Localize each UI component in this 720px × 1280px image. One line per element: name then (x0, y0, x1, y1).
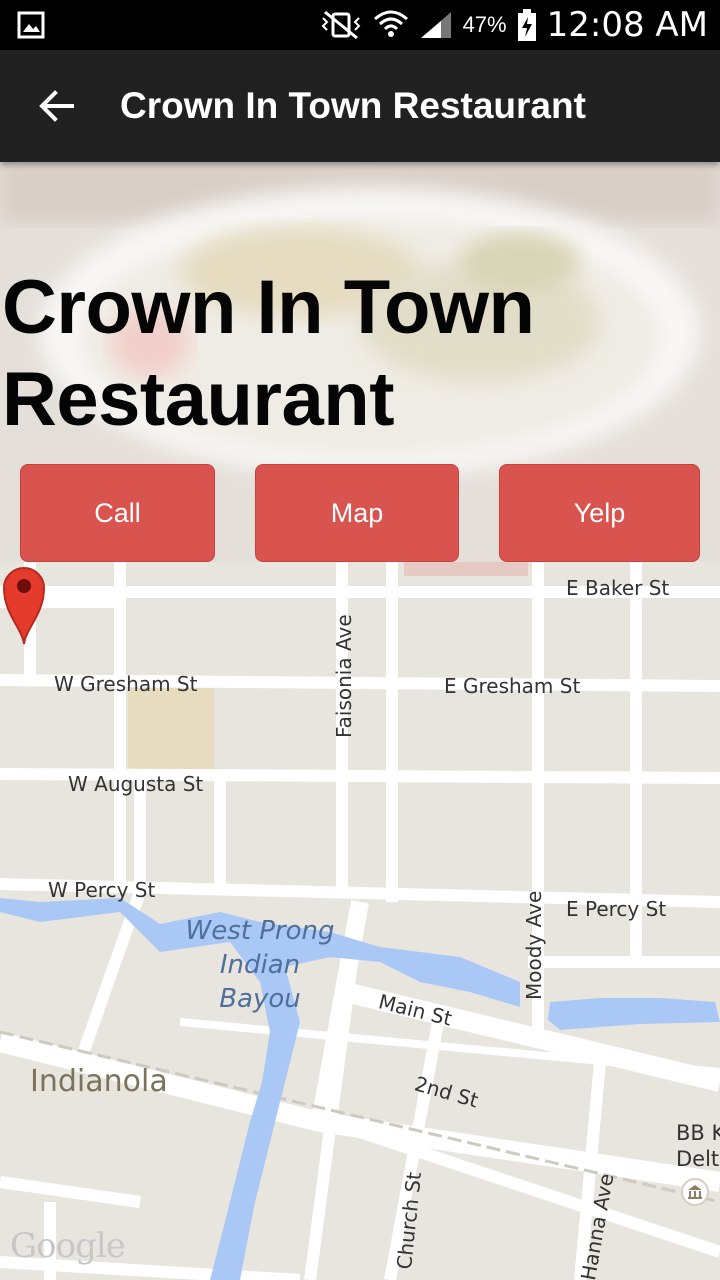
poi-label-line-1: BB K (676, 1121, 720, 1145)
mute-vibrate-icon (321, 10, 360, 40)
water-label: West Prong Indian Bayou (180, 914, 340, 1016)
poi-label-line-2: Delta (676, 1147, 720, 1171)
gallery-notification-icon (17, 11, 45, 39)
museum-poi-icon[interactable] (681, 1178, 709, 1206)
hero-section: Crown In Town Restaurant Call Map Yelp (0, 162, 720, 562)
restaurant-name-heading: Crown In Town Restaurant (2, 262, 702, 446)
map-canvas (0, 562, 720, 1280)
screen: 47% 12:08 AM Crown In Town Restaurant Cr… (0, 0, 720, 1280)
street-label-faisonia: Faisonia Ave (332, 614, 356, 738)
yelp-button[interactable]: Yelp (499, 464, 700, 562)
status-bar: 47% 12:08 AM (0, 0, 720, 50)
water-label-line-2: Indian Bayou (219, 950, 301, 1014)
app-bar: Crown In Town Restaurant (0, 50, 720, 162)
signal-icon (420, 12, 451, 38)
battery-percent: 47% (462, 12, 507, 37)
map-button[interactable]: Map (255, 464, 459, 562)
street-label-e-gresham: E Gresham St (444, 674, 581, 698)
street-label-w-augusta: W Augusta St (68, 772, 204, 796)
street-label-e-percy: E Percy St (566, 897, 667, 921)
clock: 12:08 AM (546, 5, 708, 45)
wifi-icon (373, 10, 408, 37)
back-button[interactable] (30, 82, 82, 130)
map-view[interactable]: E Baker St W Gresham St E Gresham St Fai… (0, 562, 720, 1280)
heading-line-1: Crown In Town (2, 265, 535, 350)
water-label-line-1: West Prong (185, 916, 335, 946)
arrow-back-icon (39, 90, 74, 122)
street-label-w-gresham: W Gresham St (54, 672, 198, 696)
street-label-moody: Moody Ave (522, 890, 546, 1000)
battery-charging-icon (517, 9, 536, 41)
street-label-w-percy: W Percy St (48, 878, 156, 902)
google-logo: Google (10, 1226, 126, 1266)
heading-line-2: Restaurant (2, 357, 395, 442)
app-bar-title: Crown In Town Restaurant (120, 85, 586, 126)
poi-label: BB K Delta (676, 1120, 720, 1172)
call-button[interactable]: Call (20, 464, 215, 562)
location-pin-icon[interactable] (0, 562, 48, 646)
city-label: Indianola (30, 1064, 168, 1099)
street-label-e-baker: E Baker St (566, 576, 670, 600)
